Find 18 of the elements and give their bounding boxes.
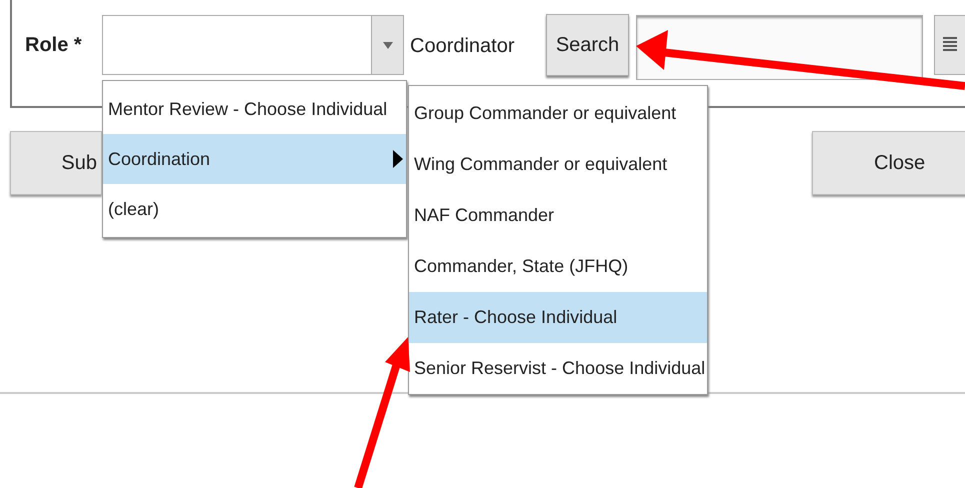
list-button[interactable]	[934, 15, 965, 75]
caret-icon	[382, 42, 392, 48]
menu-item[interactable]: Group Commander or equivalent	[409, 88, 707, 139]
coordinator-label: Coordinator	[410, 34, 515, 59]
role-label: Role *	[25, 33, 82, 58]
menu-item[interactable]: Coordination	[103, 134, 406, 184]
menu-item[interactable]: Wing Commander or equivalent	[409, 139, 707, 190]
menu-icon	[943, 37, 957, 53]
search-button[interactable]: Search	[546, 14, 629, 76]
close-button[interactable]: Close	[812, 131, 965, 195]
menu-item[interactable]: Mentor Review - Choose Individual	[103, 84, 406, 134]
submenu-arrow-icon	[393, 150, 403, 168]
menu-item[interactable]: Senior Reservist - Choose Individual	[409, 343, 707, 394]
menu-item[interactable]: NAF Commander	[409, 190, 707, 241]
menu-item[interactable]: (clear)	[103, 184, 406, 234]
submit-button[interactable]: Sub	[10, 131, 102, 195]
menu-item[interactable]: Rater - Choose Individual	[409, 292, 707, 343]
menu-item[interactable]: Commander, State (JFHQ)	[409, 241, 707, 292]
